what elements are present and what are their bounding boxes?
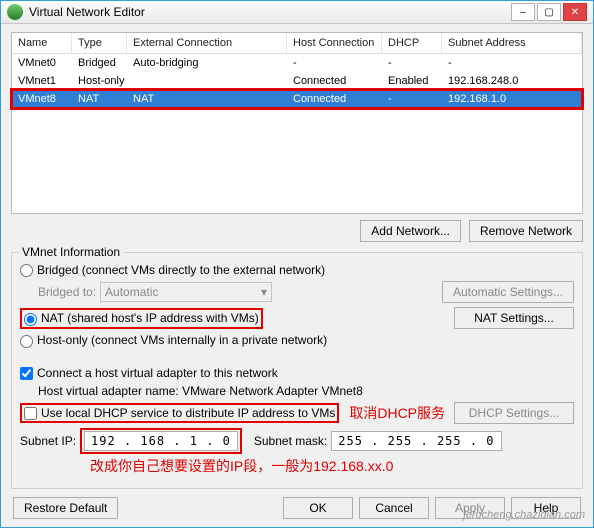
subnet-mask-field[interactable]: 255 . 255 . 255 . 0 (331, 431, 501, 451)
nat-settings-button[interactable]: NAT Settings... (454, 307, 574, 329)
chevron-down-icon: ▾ (261, 285, 267, 299)
ok-button[interactable]: OK (283, 497, 353, 519)
annotation-dhcp: 取消DHCP服务 (349, 403, 445, 423)
watermark: jerocheng.chazidian.com (463, 509, 585, 521)
bridged-radio-label[interactable]: Bridged (connect VMs directly to the ext… (20, 263, 325, 277)
bridged-to-label: Bridged to: (38, 285, 96, 299)
add-network-button[interactable]: Add Network... (360, 220, 461, 242)
cancel-button[interactable]: Cancel (359, 497, 429, 519)
close-button[interactable]: ✕ (563, 3, 587, 21)
host-adapter-checkbox[interactable] (20, 367, 33, 380)
table-header: Name Type External Connection Host Conne… (12, 33, 582, 54)
table-row[interactable]: VMnet1Host-onlyConnectedEnabled192.168.2… (12, 72, 582, 90)
subnet-ip-field[interactable]: 192 . 168 . 1 . 0 (84, 431, 238, 451)
table-row-selected[interactable]: VMnet8NATNATConnected-192.168.1.0 (12, 90, 582, 108)
vmnet-info-group: VMnet Information Bridged (connect VMs d… (11, 252, 583, 489)
restore-default-button[interactable]: Restore Default (13, 497, 118, 519)
window-title: Virtual Network Editor (29, 5, 145, 19)
titlebar: Virtual Network Editor – ▢ ✕ (1, 1, 593, 24)
dhcp-settings-button: DHCP Settings... (454, 402, 574, 424)
dhcp-checkbox-label[interactable]: Use local DHCP service to distribute IP … (24, 406, 335, 420)
hostonly-radio-label[interactable]: Host-only (connect VMs internally in a p… (20, 333, 327, 347)
subnet-ip-label: Subnet IP: (20, 434, 76, 448)
remove-network-button[interactable]: Remove Network (469, 220, 583, 242)
bridged-radio[interactable] (20, 264, 33, 277)
annotation-ip: 改成你自己想要设置的IP段，一般为192.168.xx.0 (90, 456, 393, 476)
nat-radio[interactable] (24, 313, 37, 326)
hostonly-radio[interactable] (20, 335, 33, 348)
bridged-to-combo: Automatic▾ (100, 282, 272, 302)
minimize-button[interactable]: – (511, 3, 535, 21)
network-table[interactable]: Name Type External Connection Host Conne… (11, 32, 583, 214)
app-icon (7, 4, 23, 20)
dhcp-checkbox[interactable] (24, 407, 37, 420)
nat-radio-label[interactable]: NAT (shared host's IP address with VMs) (24, 311, 259, 325)
group-title: VMnet Information (18, 245, 124, 259)
table-row[interactable]: VMnet0BridgedAuto-bridging--- (12, 54, 582, 72)
host-adapter-name: Host virtual adapter name: VMware Networ… (38, 384, 363, 398)
host-adapter-checkbox-label[interactable]: Connect a host virtual adapter to this n… (20, 366, 278, 380)
subnet-mask-label: Subnet mask: (254, 434, 327, 448)
automatic-settings-button: Automatic Settings... (442, 281, 574, 303)
maximize-button[interactable]: ▢ (537, 3, 561, 21)
